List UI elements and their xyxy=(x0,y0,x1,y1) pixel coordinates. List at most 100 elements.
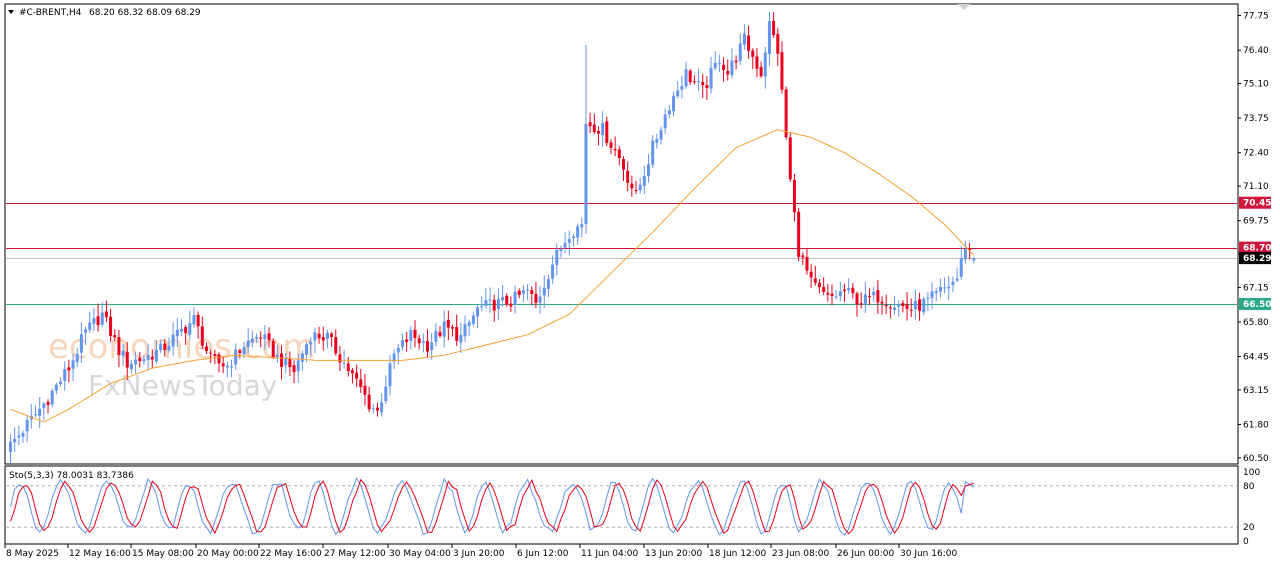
candle xyxy=(350,367,354,384)
candle-body xyxy=(388,363,392,387)
candle-body xyxy=(200,326,204,346)
y-tick-label: 71.10 xyxy=(1243,182,1269,192)
candle-body xyxy=(576,226,580,238)
candle xyxy=(380,393,384,417)
candle-body xyxy=(359,379,363,387)
candle xyxy=(9,434,12,465)
candle-body xyxy=(230,366,234,368)
candle-body xyxy=(171,334,175,347)
candle-body xyxy=(430,342,434,350)
candle xyxy=(934,287,938,302)
y-axis-ticks: 77.7576.4075.1073.7572.4071.1069.7568.45… xyxy=(1238,12,1269,464)
candle-body xyxy=(188,323,192,335)
candle-body xyxy=(350,370,354,374)
candle xyxy=(363,374,367,406)
candle xyxy=(901,300,905,313)
chart-menu-icon[interactable] xyxy=(8,10,14,14)
price-chart[interactable]: economies.com FxNewsToday #C-BRENT,H4 68… xyxy=(0,0,1280,567)
candle-body xyxy=(325,332,329,339)
candle-body xyxy=(150,356,154,360)
candle xyxy=(104,300,108,323)
candle-body xyxy=(117,337,121,356)
candle-body xyxy=(300,353,304,362)
price-tag-label: 68.70 xyxy=(1243,244,1271,254)
candle xyxy=(330,331,334,347)
candle-body xyxy=(467,322,471,326)
candle-body xyxy=(772,20,776,36)
candle-body xyxy=(788,137,792,180)
candle-body xyxy=(751,50,755,57)
candle-body xyxy=(380,402,384,413)
candle-body xyxy=(88,322,92,330)
candle-body xyxy=(159,343,163,350)
candle-body xyxy=(776,33,780,54)
candle xyxy=(972,257,976,264)
candle xyxy=(759,61,763,78)
candle xyxy=(788,133,792,182)
stochastic-level-label: 0 xyxy=(1243,537,1249,547)
candle-body xyxy=(96,316,100,326)
candle-body xyxy=(192,315,196,325)
candle-body xyxy=(367,394,371,410)
candle-body xyxy=(601,123,605,136)
candle xyxy=(863,282,867,314)
candle-body xyxy=(617,149,621,159)
scroll-marker-icon[interactable] xyxy=(958,4,970,10)
candle xyxy=(880,296,884,315)
candle xyxy=(626,161,630,192)
candle xyxy=(34,405,38,418)
candle xyxy=(446,310,450,341)
candle xyxy=(325,329,329,349)
candle xyxy=(709,56,713,94)
horizontal-levels xyxy=(6,203,1237,305)
candle xyxy=(471,312,475,327)
candle xyxy=(805,247,809,275)
candle-body xyxy=(722,64,726,71)
candle-body xyxy=(225,365,229,368)
candle-body xyxy=(446,319,450,328)
candle-body xyxy=(480,306,484,308)
candle xyxy=(300,350,304,371)
candle-body xyxy=(642,175,646,186)
candle xyxy=(667,105,671,119)
candle xyxy=(192,307,196,328)
candle-body xyxy=(434,330,438,342)
candle xyxy=(922,296,926,316)
candle xyxy=(851,283,855,299)
candle xyxy=(792,173,796,222)
candle xyxy=(563,232,567,254)
stochastic-levels: 100 80 20 0 xyxy=(6,468,1260,547)
x-tick-label: 27 May 12:00 xyxy=(324,549,386,559)
chart-window[interactable]: economies.com FxNewsToday #C-BRENT,H4 68… xyxy=(0,0,1280,567)
candle-body xyxy=(692,81,696,83)
candle-body xyxy=(321,337,325,341)
candle-body xyxy=(567,239,571,243)
candle-body xyxy=(755,56,759,69)
candle xyxy=(726,59,730,81)
candle xyxy=(50,388,54,408)
candle-body xyxy=(872,291,876,296)
candle-body xyxy=(963,248,967,260)
candle-body xyxy=(409,330,413,341)
candle-body xyxy=(109,316,113,337)
candle xyxy=(426,329,429,358)
y-tick-label: 67.15 xyxy=(1243,283,1269,293)
candle-body xyxy=(734,60,738,63)
candle-body xyxy=(13,439,17,443)
candle-body xyxy=(196,314,200,327)
x-tick-label: 30 May 04:00 xyxy=(389,549,451,559)
candle-body xyxy=(438,332,442,336)
candle-body xyxy=(868,296,872,298)
y-tick-label: 63.15 xyxy=(1243,386,1269,396)
candle xyxy=(501,284,505,308)
candle xyxy=(755,47,759,78)
candle-body xyxy=(555,249,559,265)
x-tick-label: 30 Jun 16:00 xyxy=(900,549,957,559)
candle-body xyxy=(571,236,575,239)
candle-body xyxy=(501,297,505,301)
candle-body xyxy=(897,304,901,307)
candle xyxy=(734,55,738,70)
candle-body xyxy=(338,354,342,363)
candle-body xyxy=(38,408,42,416)
symbol-label: #C-BRENT,H4 xyxy=(19,8,82,18)
